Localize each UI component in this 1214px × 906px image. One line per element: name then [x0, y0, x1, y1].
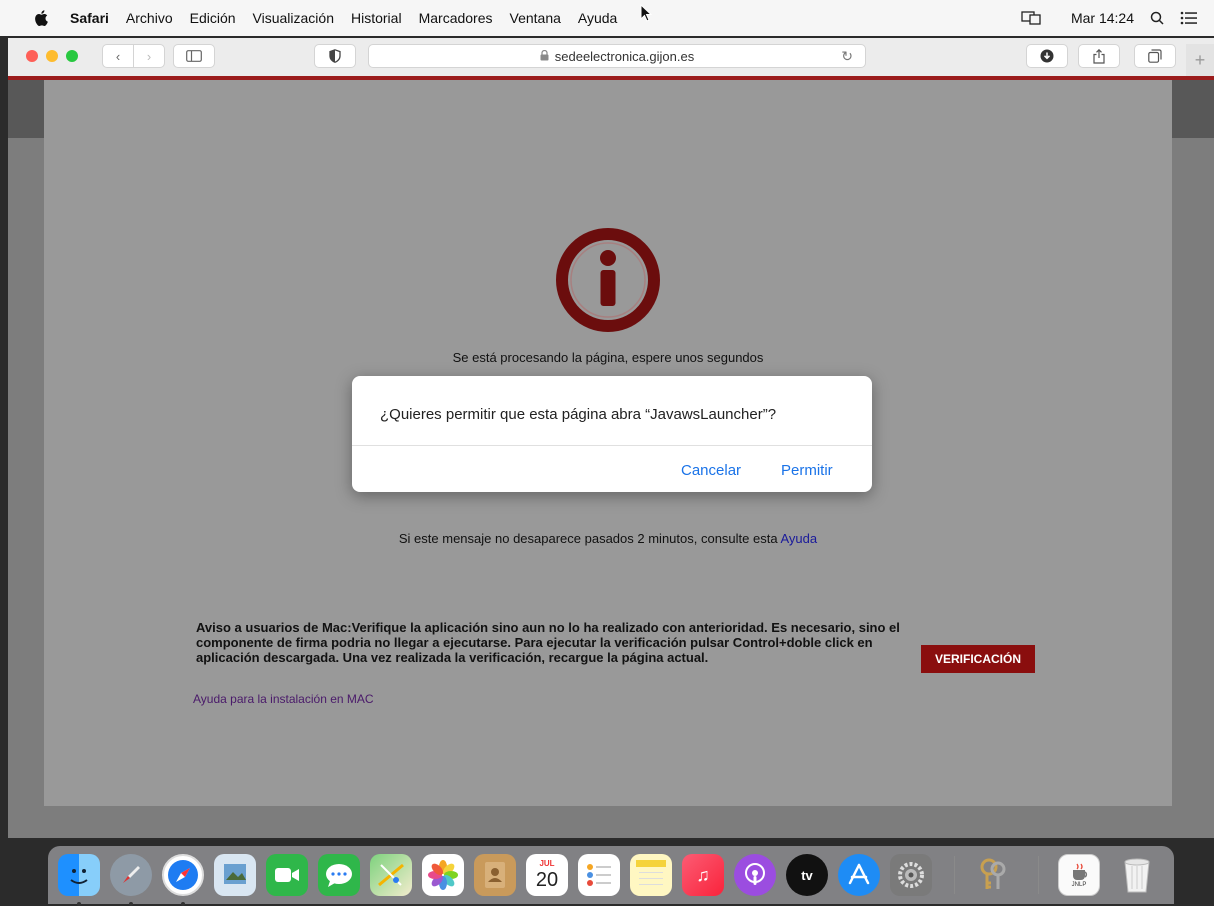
address-bar[interactable]: sedeelectronica.gijon.es ↻ — [368, 44, 866, 68]
apple-tv-label: tv — [801, 867, 813, 883]
calendar-month: JUL — [539, 859, 555, 868]
keychain-icon[interactable] — [972, 854, 1014, 896]
preview-icon[interactable] — [214, 854, 256, 896]
control-center-icon[interactable] — [1180, 11, 1198, 25]
downloads-button[interactable] — [1026, 44, 1068, 68]
back-icon[interactable]: ‹ — [103, 49, 133, 64]
dock-divider — [1038, 856, 1039, 894]
running-indicator — [129, 902, 133, 906]
share-icon — [1093, 48, 1105, 64]
running-indicator — [181, 902, 185, 906]
launchpad-icon[interactable] — [110, 854, 152, 896]
info-icon — [556, 228, 660, 332]
download-icon — [1040, 49, 1054, 63]
airplay-display-icon[interactable] — [1021, 11, 1041, 25]
menu-bar: Safari Archivo Edición Visualización His… — [0, 0, 1214, 36]
lock-icon — [540, 49, 549, 64]
contacts-icon[interactable] — [474, 854, 516, 896]
menubar-clock[interactable]: Mar 14:24 — [1071, 10, 1134, 26]
show-tabs-button[interactable] — [1134, 44, 1176, 68]
reminders-icon[interactable] — [578, 854, 620, 896]
mac-users-notice: Aviso a usuarios de Mac:Verifique la apl… — [196, 620, 900, 665]
minimize-window-button[interactable] — [46, 50, 58, 62]
safari-icon[interactable] — [162, 854, 204, 896]
music-icon[interactable]: ♫ — [682, 854, 724, 896]
mouse-cursor-icon — [640, 4, 652, 22]
jnlp-label: JNLP — [1071, 882, 1087, 888]
dialog-question: ¿Quieres permitir que esta página abra “… — [380, 406, 777, 423]
safari-toolbar: ‹ › sedeelectronica.gijon.es ↻ — [8, 38, 1214, 77]
spotlight-search-icon[interactable] — [1150, 11, 1164, 25]
tabs-overview-icon — [1148, 49, 1162, 63]
menu-historial[interactable]: Historial — [351, 10, 402, 26]
finder-icon[interactable] — [58, 854, 100, 896]
apple-tv-icon[interactable]: tv — [786, 854, 828, 896]
menu-visualizacion[interactable]: Visualización — [253, 10, 334, 26]
photos-icon[interactable] — [422, 854, 464, 896]
help-link[interactable]: Ayuda — [780, 531, 817, 546]
app-name-menu[interactable]: Safari — [70, 10, 109, 26]
menu-ayuda[interactable]: Ayuda — [578, 10, 617, 26]
apple-icon[interactable] — [34, 10, 48, 26]
facetime-icon[interactable] — [266, 854, 308, 896]
calendar-day: 20 — [535, 869, 559, 891]
header-side-block — [1172, 80, 1214, 138]
messages-icon[interactable] — [318, 854, 360, 896]
privacy-report-button[interactable] — [314, 44, 356, 68]
menu-archivo[interactable]: Archivo — [126, 10, 173, 26]
help-message-text: Si este mensaje no desaparece pasados 2 … — [398, 531, 781, 546]
sidebar-toggle-button[interactable] — [173, 44, 215, 68]
running-indicator — [77, 902, 81, 906]
maps-icon[interactable] — [370, 854, 412, 896]
cancel-button[interactable]: Cancelar — [681, 462, 741, 479]
verification-button[interactable]: VERIFICACIÓN — [921, 645, 1035, 673]
open-app-dialog: ¿Quieres permitir que esta página abra “… — [352, 376, 872, 492]
trash-icon[interactable] — [1116, 854, 1158, 896]
processing-message: Se está procesando la página, espere uno… — [452, 350, 764, 365]
share-button[interactable] — [1078, 44, 1120, 68]
dock: JUL 20 ♫ tv JNLP — [48, 846, 1174, 906]
calendar-icon[interactable]: JUL 20 — [526, 854, 568, 896]
menu-marcadores[interactable]: Marcadores — [419, 10, 493, 26]
podcasts-icon[interactable] — [734, 854, 776, 896]
notes-icon[interactable] — [630, 854, 672, 896]
app-store-icon[interactable] — [838, 854, 880, 896]
reload-icon[interactable]: ↻ — [841, 48, 853, 65]
system-preferences-icon[interactable] — [890, 854, 932, 896]
shield-icon — [329, 49, 341, 63]
sidebar-icon — [186, 50, 202, 62]
mac-install-help-link[interactable]: Ayuda para la instalación en MAC — [193, 692, 374, 706]
menu-ventana[interactable]: Ventana — [510, 10, 561, 26]
allow-button[interactable]: Permitir — [781, 462, 833, 479]
menu-edicion[interactable]: Edición — [190, 10, 236, 26]
new-tab-button[interactable]: + — [1186, 44, 1214, 76]
dialog-divider — [352, 445, 872, 446]
jnlp-file-icon[interactable]: JNLP — [1058, 854, 1100, 896]
url-text: sedeelectronica.gijon.es — [554, 48, 695, 64]
close-window-button[interactable] — [26, 50, 38, 62]
fullscreen-window-button[interactable] — [66, 50, 78, 62]
dock-divider — [954, 856, 955, 894]
forward-icon[interactable]: › — [134, 49, 164, 64]
header-side-block — [8, 80, 44, 138]
help-message: Si este mensaje no desaparece pasados 2 … — [44, 531, 1172, 546]
navigation-buttons: ‹ › — [102, 44, 165, 68]
